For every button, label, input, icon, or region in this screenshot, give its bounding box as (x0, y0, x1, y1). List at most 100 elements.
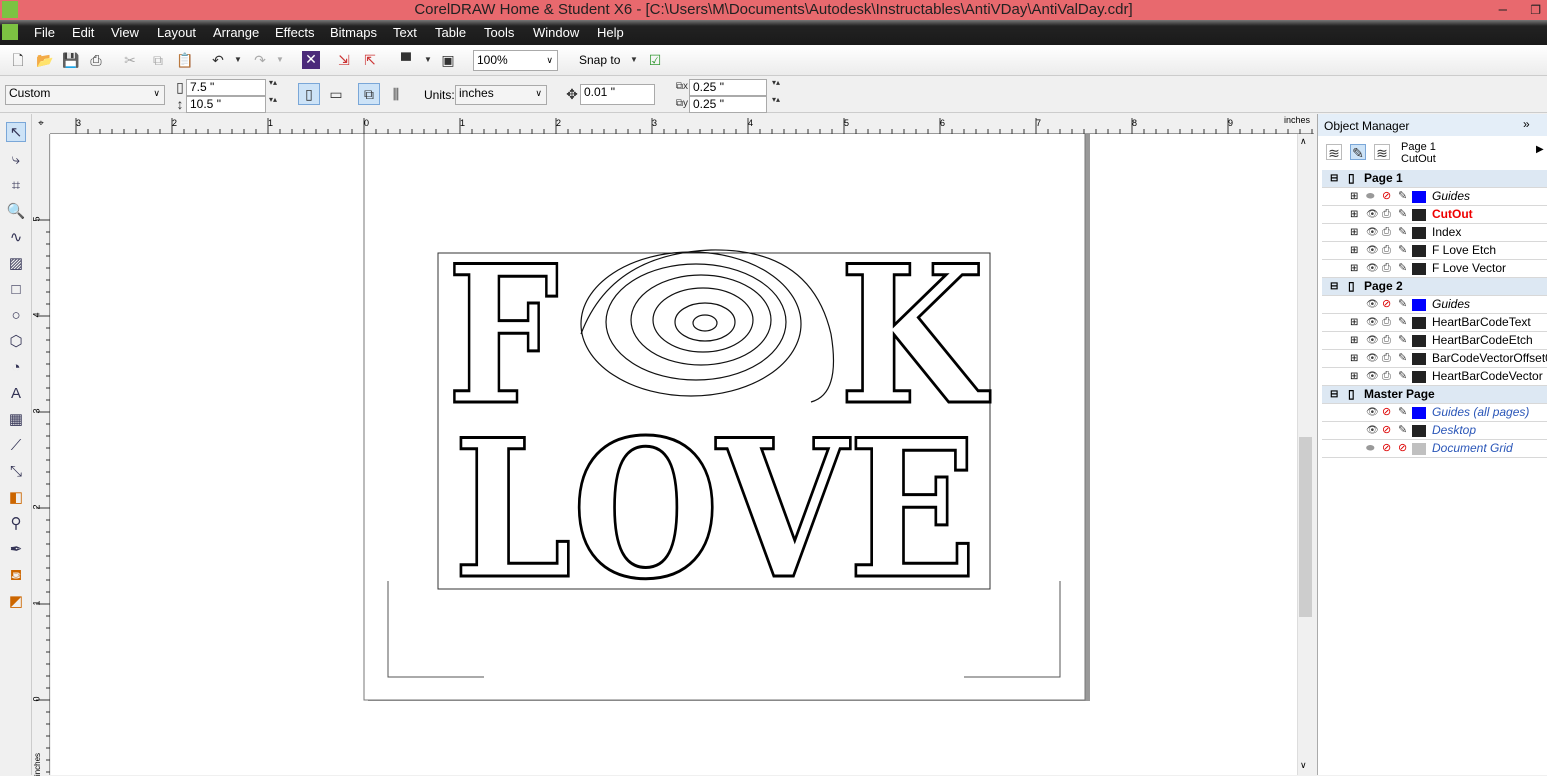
menu-help[interactable]: Help (597, 25, 624, 40)
docker-menu-icon[interactable]: ▶ (1536, 144, 1544, 155)
application-launcher-icon[interactable]: ▀ (398, 52, 414, 68)
scroll-up-icon[interactable]: ∧ (1300, 136, 1307, 147)
snap-dropdown-icon[interactable]: ▼ (626, 52, 642, 68)
minimize-button[interactable]: – (1499, 0, 1507, 20)
edit-pencil-icon[interactable]: ✎ (1398, 332, 1407, 349)
eyedropper-tool-icon[interactable]: ⚲ (6, 514, 26, 534)
height-spinner[interactable]: ▾▴ (264, 96, 282, 113)
layer-row[interactable]: 👁 ⊘ ✎ Guides (all pages) (1322, 404, 1547, 422)
layer-color-swatch[interactable] (1412, 317, 1426, 329)
layer-color-swatch[interactable] (1412, 209, 1426, 221)
menu-layout[interactable]: Layout (157, 25, 196, 40)
text-tool-icon[interactable]: A (6, 384, 26, 404)
printer-icon[interactable]: ⎙ (1382, 206, 1391, 223)
show-object-properties-icon[interactable]: ≋ (1326, 144, 1342, 161)
all-pages-button[interactable]: ⧉ (358, 83, 380, 105)
layer-row[interactable]: 👁 ⊘ ✎ Desktop (1322, 422, 1547, 440)
interactive-fill-tool-icon[interactable]: ◩ (6, 592, 26, 612)
blend-tool-icon[interactable]: ◧ (6, 488, 26, 508)
print-icon[interactable]: ⎙ (88, 52, 104, 68)
fill-tool-icon[interactable]: ⛾ (6, 566, 26, 586)
expand-icon[interactable]: ⊞ (1350, 260, 1358, 277)
layer-manager-view-icon[interactable]: ≋ (1374, 144, 1390, 161)
outline-pen-tool-icon[interactable]: ✒ (6, 540, 26, 560)
expand-icon[interactable]: ⊞ (1350, 188, 1358, 205)
copy-icon[interactable]: ⧉ (150, 52, 166, 68)
printer-icon[interactable]: ⎙ (1382, 368, 1391, 385)
new-icon[interactable]: 🗋 (10, 52, 26, 68)
edit-across-layers-icon[interactable]: ✎ (1350, 144, 1366, 161)
menu-table[interactable]: Table (435, 25, 466, 40)
restore-button[interactable]: ❐ (1530, 0, 1541, 20)
layer-row[interactable]: ⊞ 👁 ⎙ ✎ F Love Vector (1322, 260, 1547, 278)
width-spinner[interactable]: ▾▴ (264, 79, 282, 96)
visibility-eye-icon[interactable]: 👁 (1366, 296, 1379, 313)
export-icon[interactable]: ⇱ (362, 52, 378, 68)
open-icon[interactable]: 📂 (36, 52, 53, 68)
rectangle-tool-icon[interactable]: □ (6, 280, 26, 300)
layer-row[interactable]: ⊞ 👁 ⎙ ✎ Index (1322, 224, 1547, 242)
visibility-eye-icon[interactable]: 👁 (1366, 422, 1379, 439)
edit-pencil-icon[interactable]: ✎ (1398, 422, 1407, 439)
no-print-icon[interactable]: ⊘ (1382, 188, 1391, 205)
vertical-ruler[interactable]: 5 4 3 2 1 0 inches (32, 134, 50, 776)
scroll-thumb[interactable] (1299, 437, 1312, 617)
collapse-icon[interactable]: ⊟ (1330, 386, 1338, 403)
printer-icon[interactable]: ⎙ (1382, 350, 1391, 367)
page-size-select[interactable]: Custom ∨ (5, 85, 165, 105)
layer-color-swatch[interactable] (1412, 407, 1426, 419)
layer-color-swatch[interactable] (1412, 335, 1426, 347)
visibility-eye-icon[interactable]: ⬬ (1366, 188, 1375, 205)
layer-color-swatch[interactable] (1412, 425, 1426, 437)
printer-icon[interactable]: ⎙ (1382, 224, 1391, 241)
visibility-eye-icon[interactable]: 👁 (1366, 260, 1379, 277)
edit-pencil-icon[interactable]: ✎ (1398, 260, 1407, 277)
units-select[interactable]: inches ∨ (455, 85, 547, 105)
layer-row[interactable]: ⊞ 👁 ⎙ ✎ F Love Etch (1322, 242, 1547, 260)
menu-arrange[interactable]: Arrange (213, 25, 259, 40)
page-width-field[interactable]: 7.5 " (186, 79, 266, 96)
expand-icon[interactable]: ⊞ (1350, 332, 1358, 349)
edit-pencil-icon[interactable]: ✎ (1398, 242, 1407, 259)
connector-tool-icon[interactable]: ⤡ (6, 462, 26, 482)
layer-row[interactable]: ⬬ ⊘ ⊘ Document Grid (1322, 440, 1547, 458)
edit-pencil-icon[interactable]: ✎ (1398, 368, 1407, 385)
collapse-icon[interactable]: ⊟ (1330, 278, 1338, 295)
expand-icon[interactable]: ⊞ (1350, 368, 1358, 385)
smart-fill-tool-icon[interactable]: ▨ (6, 254, 26, 274)
menu-view[interactable]: View (111, 25, 139, 40)
freehand-tool-icon[interactable]: ∿ (6, 228, 26, 248)
expand-icon[interactable]: ⊞ (1350, 206, 1358, 223)
edit-pencil-icon[interactable]: ✎ (1398, 314, 1407, 331)
page-row[interactable]: ⊟ ▯ Master Page (1322, 386, 1547, 404)
page-row[interactable]: ⊟ ▯ Page 1 (1322, 170, 1547, 188)
table-tool-icon[interactable]: ▦ (6, 410, 26, 430)
shape-tool-icon[interactable]: ⤷ (6, 150, 26, 170)
expand-icon[interactable]: ⊞ (1350, 224, 1358, 241)
visibility-eye-icon[interactable]: 👁 (1366, 404, 1379, 421)
options-checklist-icon[interactable]: ☑ (647, 52, 663, 68)
layer-color-swatch[interactable] (1412, 371, 1426, 383)
layer-row[interactable]: ⊞ 👁 ⎙ ✎ HeartBarCodeEtch (1322, 332, 1547, 350)
portrait-button[interactable]: ▯ (298, 83, 320, 105)
search-content-icon[interactable]: ✕ (302, 51, 320, 69)
expand-icon[interactable]: ⊞ (1350, 314, 1358, 331)
menu-tools[interactable]: Tools (484, 25, 514, 40)
menu-window[interactable]: Window (533, 25, 579, 40)
duplicate-y-field[interactable]: 0.25 " (689, 96, 767, 113)
no-print-icon[interactable]: ⊘ (1382, 404, 1391, 421)
layer-row[interactable]: ⊞ ⬬ ⊘ ✎ Guides (1322, 188, 1547, 206)
printer-icon[interactable]: ⎙ (1382, 242, 1391, 259)
visibility-eye-icon[interactable]: 👁 (1366, 332, 1379, 349)
edit-pencil-icon[interactable]: ✎ (1398, 206, 1407, 223)
duplicate-x-field[interactable]: 0.25 " (689, 79, 767, 96)
pick-tool-icon[interactable]: ↖ (6, 122, 26, 142)
visibility-eye-icon[interactable]: 👁 (1366, 224, 1379, 241)
no-print-icon[interactable]: ⊘ (1382, 440, 1391, 457)
visibility-eye-icon[interactable]: ⬬ (1366, 440, 1375, 457)
layer-color-swatch[interactable] (1412, 353, 1426, 365)
layer-color-swatch[interactable] (1412, 299, 1426, 311)
printer-icon[interactable]: ⎙ (1382, 260, 1391, 277)
menu-bitmaps[interactable]: Bitmaps (330, 25, 377, 40)
layer-color-swatch[interactable] (1412, 263, 1426, 275)
